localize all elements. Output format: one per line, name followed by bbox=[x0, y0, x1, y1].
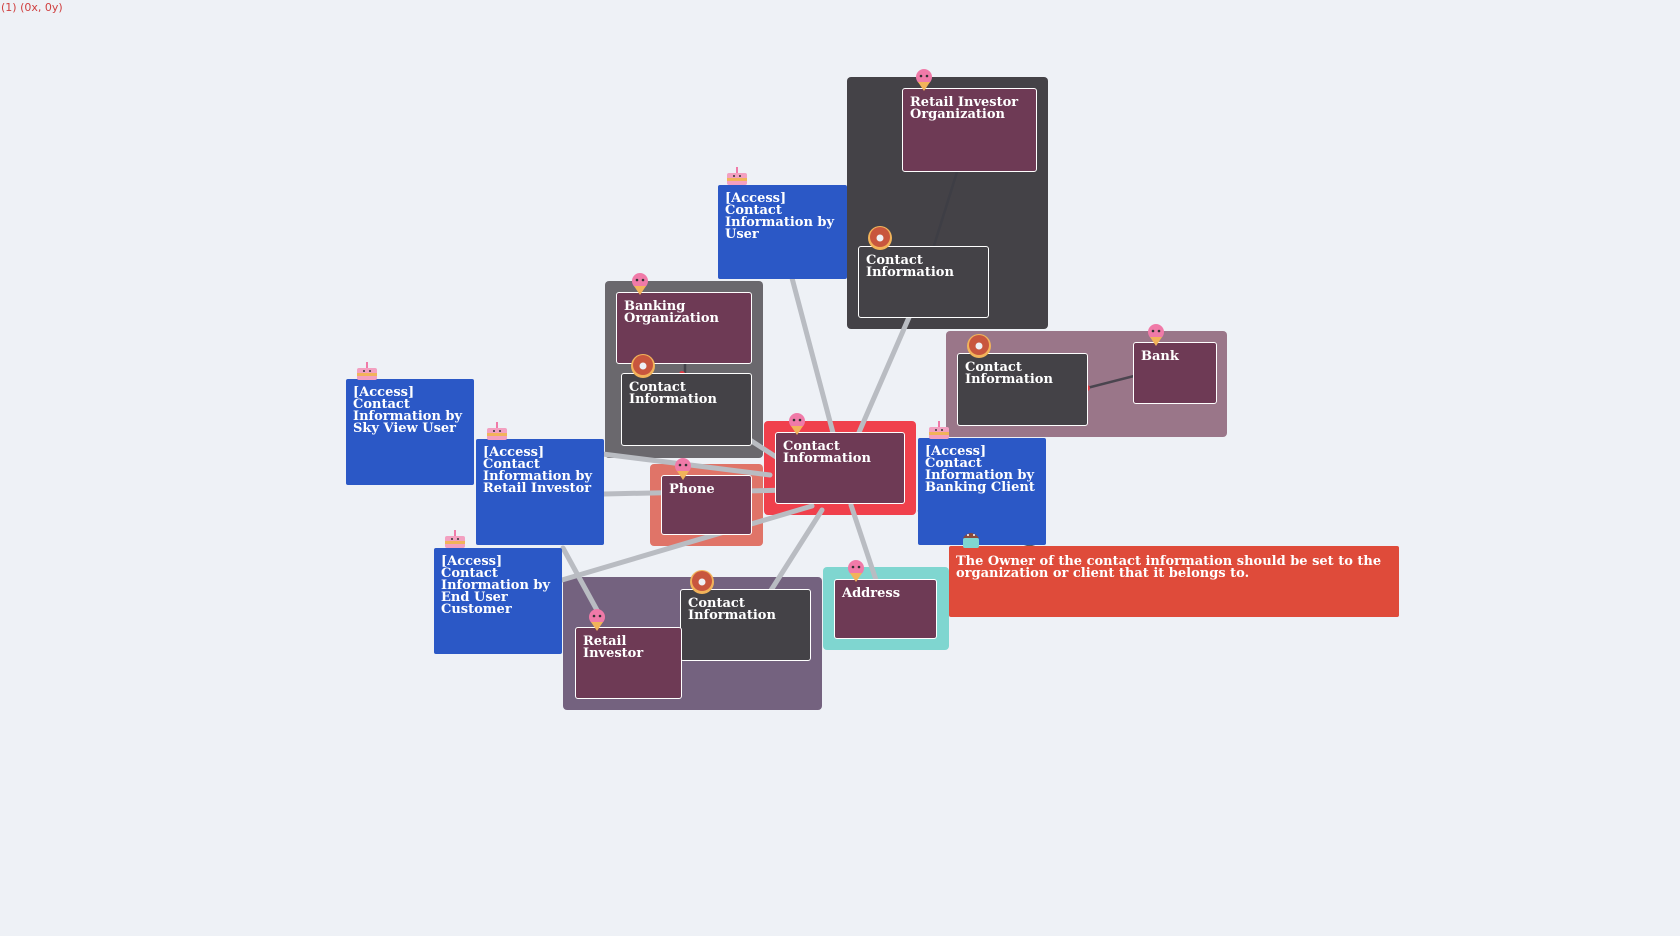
node-contact-information-bank[interactable]: Contact Information bbox=[957, 353, 1088, 426]
node-retail-investor-organization[interactable]: Retail Investor Organization bbox=[902, 88, 1037, 172]
ice-cream-icon bbox=[848, 560, 864, 582]
node-access-contact-information-by-sky-view-user[interactable]: [Access] Contact Information by Sky View… bbox=[346, 379, 474, 485]
ice-cream-icon bbox=[589, 609, 605, 631]
edge-retail-contact-to-contact bbox=[765, 507, 825, 598]
cupcake-icon bbox=[963, 533, 979, 548]
node-bank[interactable]: Bank bbox=[1133, 342, 1217, 404]
donut-icon bbox=[690, 570, 714, 594]
node-contact-information-retail[interactable]: Contact Information bbox=[680, 589, 811, 661]
donut-icon bbox=[631, 354, 655, 378]
cake-icon bbox=[487, 422, 507, 440]
donut-icon bbox=[868, 226, 892, 250]
cake-icon bbox=[727, 167, 747, 185]
cake-icon bbox=[357, 362, 377, 380]
ice-cream-icon bbox=[632, 273, 648, 295]
donut-icon bbox=[967, 334, 991, 358]
node-address[interactable]: Address bbox=[834, 579, 937, 639]
diagram-canvas[interactable]: Retail Investor Organization [Access] Co… bbox=[0, 0, 1680, 936]
node-phone[interactable]: Phone bbox=[661, 475, 752, 535]
node-access-contact-information-by-user[interactable]: [Access] Contact Information by User bbox=[718, 185, 847, 279]
ice-cream-icon bbox=[916, 69, 932, 91]
edge-org-to-contact-top bbox=[930, 171, 959, 253]
node-access-contact-information-by-end-user-customer[interactable]: [Access] Contact Information by End User… bbox=[434, 548, 562, 654]
ice-cream-icon bbox=[1148, 324, 1164, 346]
edge-contact-top-to-contact bbox=[854, 312, 913, 440]
node-retail-investor[interactable]: Retail Investor bbox=[575, 627, 682, 699]
cake-icon bbox=[445, 530, 465, 548]
node-contact-information-main[interactable]: Contact Information bbox=[775, 432, 905, 504]
node-note-owner[interactable]: The Owner of the contact information sho… bbox=[949, 546, 1399, 617]
node-access-contact-information-by-retail-investor[interactable]: [Access] Contact Information by Retail I… bbox=[476, 439, 604, 545]
cake-icon bbox=[929, 421, 949, 439]
ice-cream-icon bbox=[789, 413, 805, 435]
node-contact-information-banking[interactable]: Contact Information bbox=[621, 373, 752, 446]
node-contact-information-top[interactable]: Contact Information bbox=[858, 246, 989, 318]
ice-cream-icon bbox=[675, 458, 691, 480]
edge-bank-to-contact bbox=[1086, 374, 1135, 390]
